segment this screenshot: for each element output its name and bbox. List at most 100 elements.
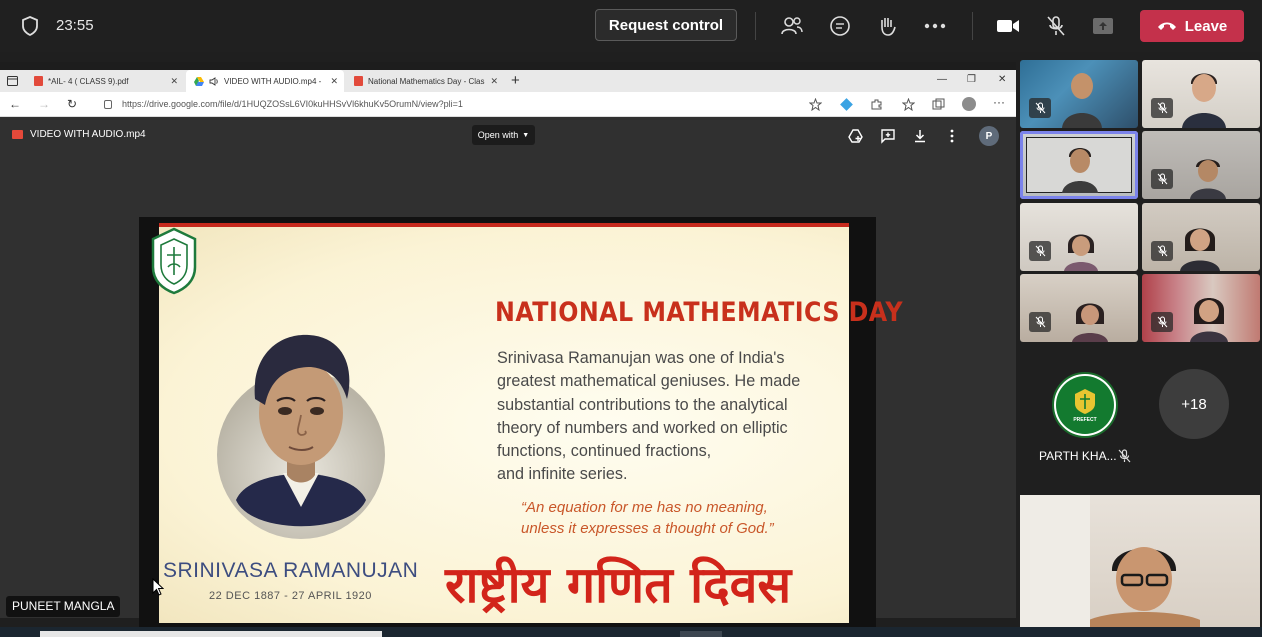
- close-tab-icon[interactable]: ✕: [490, 76, 498, 87]
- slide-body-line: and infinite series.: [497, 465, 628, 484]
- pdf-icon: [34, 76, 43, 86]
- phone-hangup-icon: [1157, 22, 1176, 30]
- browser-tab-strip: *AIL- 4 ( CLASS 9).pdf ✕ VIDEO WITH AUDI…: [0, 70, 1016, 92]
- add-to-drive-icon[interactable]: [848, 128, 864, 144]
- mic-off-icon: [1029, 241, 1051, 261]
- lock-icon: [104, 100, 112, 109]
- participant-name: PARTH KHA...: [1039, 449, 1117, 463]
- share-screen-icon[interactable]: [1090, 13, 1116, 39]
- browser-tab-pdf[interactable]: *AIL- 4 ( CLASS 9).pdf ✕: [26, 70, 184, 92]
- slide-quote: “An equation for me has no meaning, unle…: [521, 497, 774, 539]
- extension-icon[interactable]: [840, 98, 853, 111]
- participant-video: [1182, 73, 1226, 128]
- participant-tile[interactable]: [1142, 203, 1260, 271]
- more-participants-button[interactable]: +18: [1159, 369, 1229, 439]
- taskbar-window[interactable]: [40, 631, 382, 637]
- prefect-badge-icon: PREFECT: [1056, 376, 1114, 434]
- participant-video: [1180, 228, 1220, 271]
- refresh-icon[interactable]: ↻: [67, 97, 77, 111]
- slide-body-line: Srinivasa Ramanujan was one of India's: [497, 349, 785, 367]
- more-options-icon[interactable]: [922, 13, 948, 39]
- participant-video: [1090, 547, 1200, 627]
- browser-address-bar: ← → ↻ https://drive.google.com/file/d/1H…: [0, 92, 1016, 117]
- participant-tile[interactable]: [1142, 131, 1260, 199]
- raise-hand-icon[interactable]: [874, 13, 900, 39]
- url-field[interactable]: https://drive.google.com/file/d/1HUQZOSs…: [100, 96, 820, 113]
- slide-quote-line: unless it expresses a thought of God.”: [521, 520, 774, 537]
- puzzle-icon[interactable]: [870, 98, 883, 111]
- open-with-button[interactable]: Open with ▼: [472, 125, 535, 145]
- slide-title: NATIONAL MATHEMATICS DAY: [495, 297, 903, 328]
- drive-video-viewer: VIDEO WITH AUDIO.mp4 Open with ▼ P NATIO…: [0, 117, 1016, 630]
- chat-icon[interactable]: [827, 13, 853, 39]
- participant-tile[interactable]: [1020, 60, 1138, 128]
- slide-person-name: SRINIVASA RAMANUJAN: [163, 559, 419, 582]
- participant-avatar[interactable]: PREFECT: [1052, 372, 1118, 438]
- drive-icon: [194, 76, 204, 86]
- leave-button[interactable]: Leave: [1140, 10, 1244, 42]
- taskbar-strip: [0, 627, 1262, 637]
- favorites-icon[interactable]: [902, 98, 915, 111]
- wall: [1020, 495, 1090, 627]
- participant-tile-active-speaker[interactable]: [1020, 131, 1138, 199]
- mic-off-icon: [1118, 449, 1131, 463]
- back-icon[interactable]: ←: [9, 97, 21, 111]
- slide-dates: 22 DEC 1887 - 27 APRIL 1920: [209, 590, 372, 602]
- slide-body-line: greatest mathematical geniuses. He made: [497, 372, 801, 391]
- browser-menu-icon[interactable]: ···: [993, 95, 1005, 109]
- participant-video: [1072, 303, 1108, 342]
- slide-body-line: functions, continued fractions,: [497, 442, 712, 461]
- video-file-icon: [12, 130, 23, 139]
- forward-icon[interactable]: →: [38, 97, 50, 111]
- slide-hindi-title: राष्ट्रीय गणित दिवस: [445, 556, 792, 614]
- shield-icon[interactable]: [20, 15, 40, 37]
- school-emblem-icon: [151, 227, 197, 295]
- tab-actions-icon[interactable]: [7, 76, 18, 86]
- shared-screen: *AIL- 4 ( CLASS 9).pdf ✕ VIDEO WITH AUDI…: [0, 62, 1016, 630]
- add-comment-icon[interactable]: [880, 128, 896, 144]
- new-tab-icon[interactable]: +: [511, 72, 520, 89]
- minimize-icon[interactable]: —: [937, 74, 947, 85]
- participant-tile[interactable]: [1142, 274, 1260, 342]
- participant-tile[interactable]: [1142, 60, 1260, 128]
- participant-tile[interactable]: [1020, 203, 1138, 271]
- url-text: https://drive.google.com/file/d/1HUQZOSs…: [122, 99, 463, 109]
- mic-off-icon: [1151, 312, 1173, 332]
- restore-icon[interactable]: ❐: [967, 74, 976, 85]
- taskbar-window[interactable]: [680, 631, 722, 637]
- speaker-icon[interactable]: [209, 76, 219, 86]
- mic-off-icon: [1151, 241, 1173, 261]
- browser-tab-math-day[interactable]: National Mathematics Day - Clas ✕: [346, 70, 504, 92]
- participant-video: [1190, 159, 1226, 199]
- more-actions-icon[interactable]: [944, 128, 960, 144]
- toolbar-divider: [972, 12, 973, 40]
- people-icon[interactable]: [779, 13, 805, 39]
- participant-video: [1064, 234, 1098, 271]
- tab-label: VIDEO WITH AUDIO.mp4 -: [224, 76, 322, 86]
- meeting-timer: 23:55: [56, 17, 94, 34]
- pdf-icon: [354, 76, 363, 86]
- mic-off-icon: [1151, 98, 1173, 118]
- read-aloud-icon[interactable]: [809, 98, 822, 111]
- download-icon[interactable]: [912, 128, 928, 144]
- self-view-tile[interactable]: [1020, 495, 1260, 627]
- close-window-icon[interactable]: ✕: [998, 74, 1006, 85]
- mic-off-icon[interactable]: [1043, 13, 1069, 39]
- collections-icon[interactable]: [932, 98, 945, 111]
- browser-tab-video[interactable]: VIDEO WITH AUDIO.mp4 - ✕: [186, 70, 344, 92]
- slide-body: Srinivasa Ramanujan was one of India's g…: [497, 347, 857, 487]
- tab-label: *AIL- 4 ( CLASS 9).pdf: [48, 76, 129, 86]
- participant-video: [1062, 148, 1098, 193]
- chevron-down-icon: ▼: [522, 131, 530, 139]
- tab-label: National Mathematics Day - Clas: [368, 76, 485, 86]
- meeting-toolbar: 23:55 Request control Leave: [0, 0, 1262, 52]
- profile-avatar[interactable]: [962, 97, 976, 111]
- request-control-button[interactable]: Request control: [595, 9, 737, 41]
- close-tab-icon[interactable]: ✕: [330, 76, 338, 87]
- account-avatar[interactable]: P: [979, 126, 999, 146]
- camera-icon[interactable]: [995, 13, 1021, 39]
- video-player[interactable]: NATIONAL MATHEMATICS DAY Srinivasa Raman…: [139, 217, 903, 630]
- participant-tile[interactable]: [1020, 274, 1138, 342]
- mic-off-icon: [1029, 98, 1051, 118]
- close-tab-icon[interactable]: ✕: [170, 76, 178, 87]
